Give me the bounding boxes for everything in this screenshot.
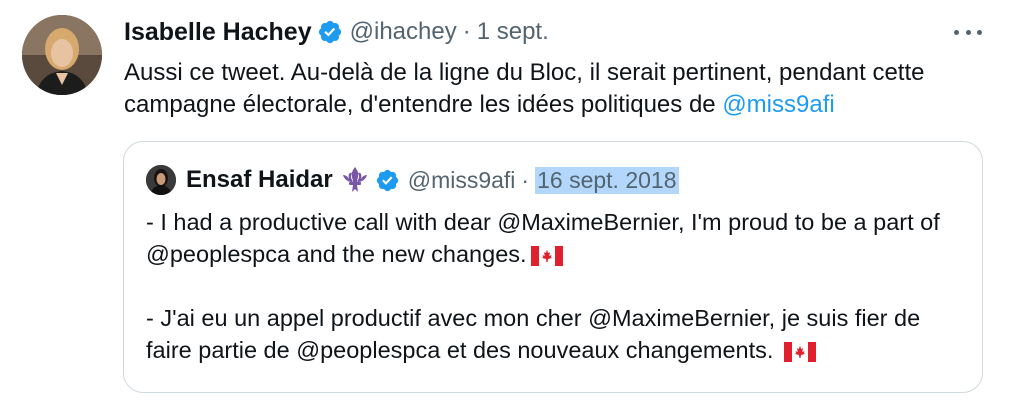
quoted-tweet[interactable]: Ensaf Haidar @miss9afi · 16 sept. 2018 -… [123, 141, 983, 393]
quoted-author-avatar[interactable] [146, 165, 176, 195]
verified-badge-icon [318, 20, 341, 44]
canada-flag-icon [783, 342, 816, 362]
more-dot [965, 29, 971, 35]
tweet-text: Aussi ce tweet. Au-delà de la ligne du B… [124, 57, 1004, 121]
quoted-tweet-header: Ensaf Haidar @miss9afi · 16 sept. 2018 [146, 164, 679, 196]
quoted-author-handle[interactable]: @miss9afi [408, 167, 516, 194]
quoted-paragraph-english: - I had a productive call with dear @Max… [146, 206, 966, 270]
author-avatar[interactable] [22, 15, 102, 95]
tweet-card[interactable]: Isabelle Hachey @ihachey · 1 sept. Aussi… [0, 0, 1022, 412]
verified-badge-icon [376, 169, 398, 191]
more-dot [977, 29, 982, 35]
author-name[interactable]: Isabelle Hachey [124, 18, 312, 47]
tweet-header: Isabelle Hachey @ihachey · 1 sept. [124, 14, 549, 50]
tweet-timestamp[interactable]: 1 sept. [477, 18, 549, 46]
header-separator: · [462, 18, 471, 45]
quoted-avatar-image [146, 165, 176, 195]
fleur-de-lis-icon [342, 167, 367, 192]
canada-flag-icon [530, 246, 563, 266]
quoted-tweet-text: - I had a productive call with dear @Max… [146, 206, 966, 366]
author-handle[interactable]: @ihachey [350, 18, 457, 46]
mention-link[interactable]: @miss9afi [722, 91, 834, 118]
more-options-icon[interactable] [954, 22, 982, 42]
quoted-paragraph-french: - J'ai eu un appel productif avec mon ch… [146, 302, 966, 366]
quoted-author-name[interactable]: Ensaf Haidar [186, 166, 333, 194]
quoted-tweet-timestamp[interactable]: 16 sept. 2018 [535, 166, 679, 194]
more-dot [954, 29, 959, 35]
quoted-header-separator: · [521, 166, 530, 193]
avatar-image [22, 15, 102, 95]
